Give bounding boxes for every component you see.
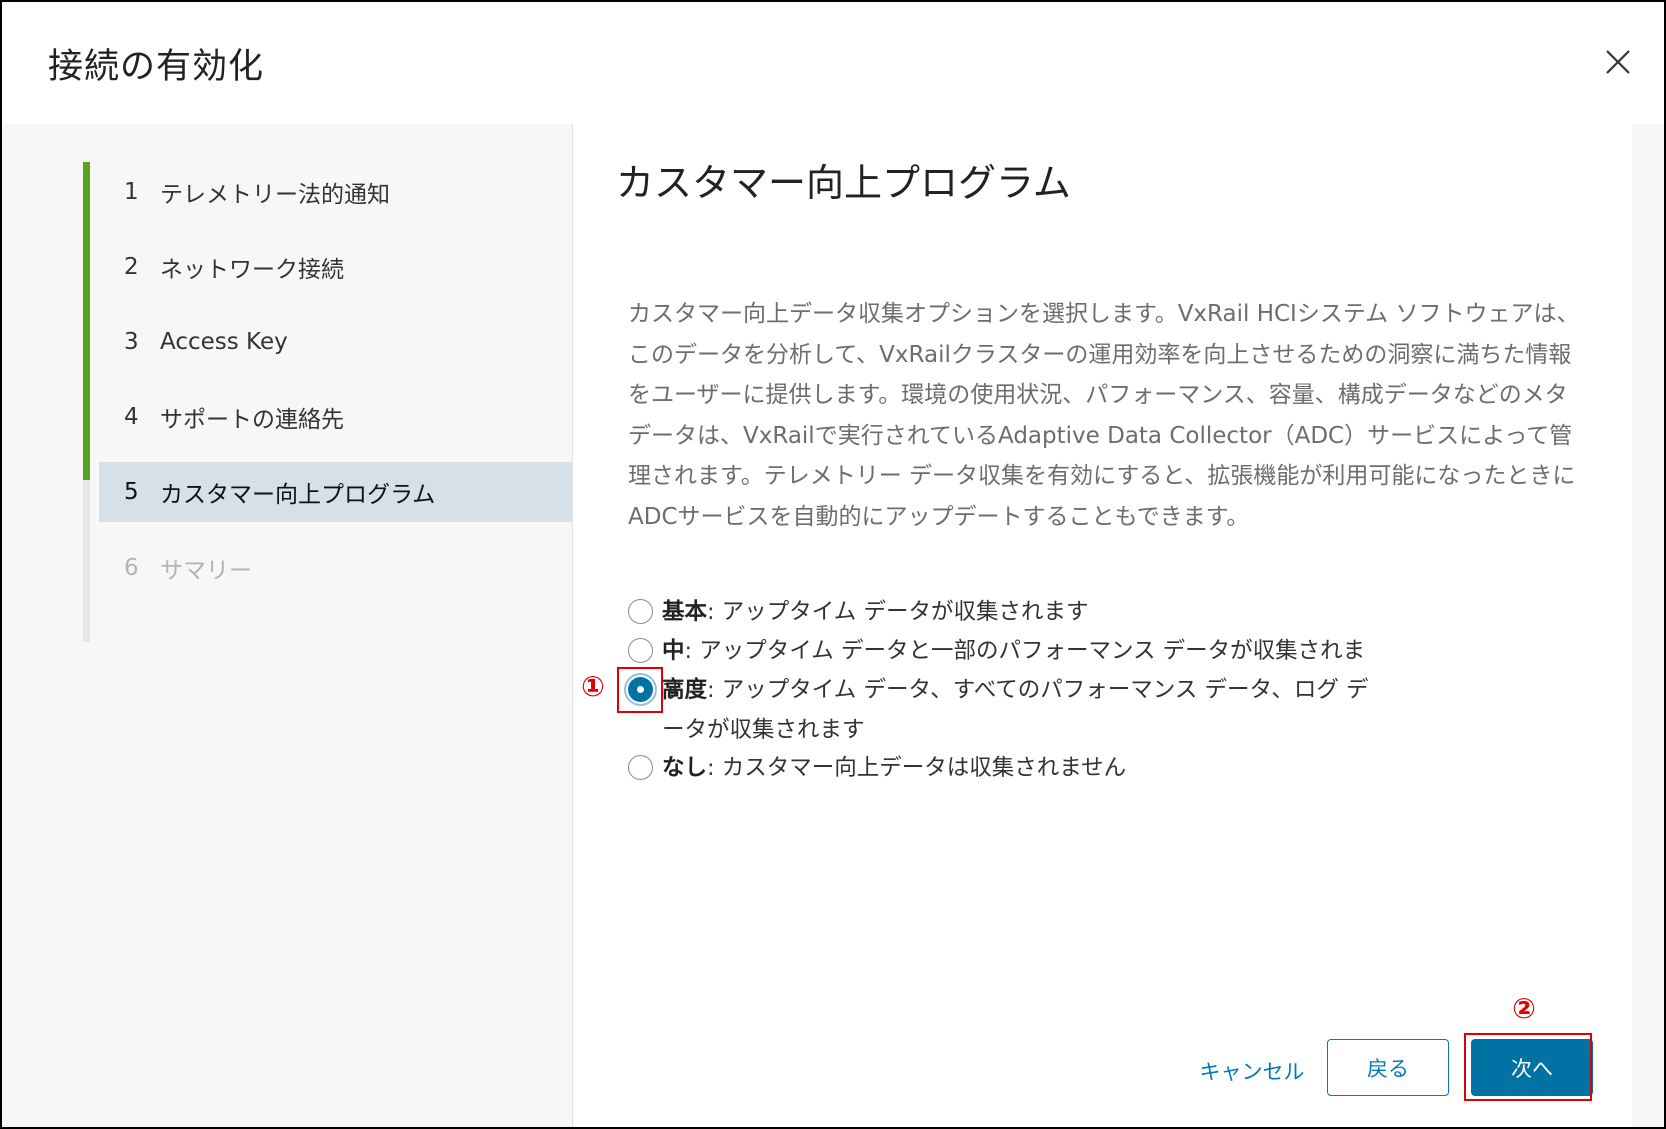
annotation-highlight-radio — [617, 667, 663, 713]
option-description: : カスタマー向上データは収集されません — [707, 755, 1127, 781]
step-number: 6 — [124, 555, 139, 581]
close-button[interactable] — [1598, 42, 1638, 82]
option-description: : アップタイム データ、すべてのパフォーマンス データ、ログ データが収集され… — [662, 677, 1369, 743]
dialog-header: 接続の有効化 — [2, 2, 1664, 124]
description-text: カスタマー向上データ収集オプションを選択します。VxRail HCIシステム ソ… — [628, 301, 1580, 530]
step-number: 4 — [124, 404, 139, 430]
radio-none[interactable] — [628, 755, 653, 780]
step-number: 2 — [124, 254, 139, 280]
enable-connection-dialog: 接続の有効化 1 テレメトリー法的通知 2 ネットワーク接続 3 Access … — [0, 0, 1666, 1129]
step-label: サマリー — [160, 558, 252, 584]
annotation-highlight-next — [1464, 1033, 1592, 1101]
step-label: Access Key — [160, 329, 288, 355]
step-number: 5 — [124, 479, 139, 505]
radio-medium[interactable] — [628, 638, 653, 663]
step-progress-fill — [83, 162, 90, 480]
option-advanced[interactable]: 高度: アップタイム データ、すべてのパフォーマンス データ、ログ データが収集… — [628, 670, 1382, 750]
wizard-step-3[interactable]: 3 Access Key — [99, 312, 572, 372]
wizard-step-2[interactable]: 2 ネットワーク接続 — [99, 237, 572, 297]
step-label: テレメトリー法的通知 — [160, 182, 390, 208]
option-name: 高度 — [662, 677, 708, 703]
option-name: なし — [662, 755, 708, 781]
step-number: 3 — [124, 329, 139, 355]
step-label: サポートの連絡先 — [160, 407, 344, 433]
dialog-title: 接続の有効化 — [48, 47, 265, 87]
option-basic[interactable]: 基本: アップタイム データが収集されます — [628, 592, 1382, 632]
step-content: カスタマー向上プログラム カスタマー向上データ収集オプションを選択します。VxR… — [574, 124, 1632, 1127]
option-none[interactable]: なし: カスタマー向上データは収集されません — [628, 748, 1382, 788]
option-name: 中 — [662, 638, 685, 664]
radio-basic[interactable] — [628, 599, 653, 624]
option-name: 基本 — [662, 599, 708, 625]
annotation-marker-1: ① — [581, 670, 605, 703]
step-number: 1 — [124, 179, 139, 205]
wizard-step-4[interactable]: 4 サポートの連絡先 — [99, 387, 572, 447]
wizard-step-1[interactable]: 1 テレメトリー法的通知 — [99, 162, 572, 222]
wizard-step-6: 6 サマリー — [99, 538, 572, 598]
wizard-step-5[interactable]: 5 カスタマー向上プログラム — [99, 462, 572, 522]
cancel-button[interactable]: キャンセル — [1184, 1042, 1320, 1099]
option-description: : アップタイム データが収集されます — [707, 599, 1089, 625]
annotation-marker-2: ② — [1512, 992, 1536, 1025]
page-title: カスタマー向上プログラム — [616, 161, 1071, 205]
wizard-step-nav: 1 テレメトリー法的通知 2 ネットワーク接続 3 Access Key 4 サ… — [2, 124, 573, 1127]
step-label: ネットワーク接続 — [160, 257, 344, 283]
back-button[interactable]: 戻る — [1327, 1039, 1449, 1096]
step-label: カスタマー向上プログラム — [160, 482, 436, 508]
close-icon — [1606, 50, 1630, 74]
scrollbar-gutter — [1632, 124, 1664, 1127]
